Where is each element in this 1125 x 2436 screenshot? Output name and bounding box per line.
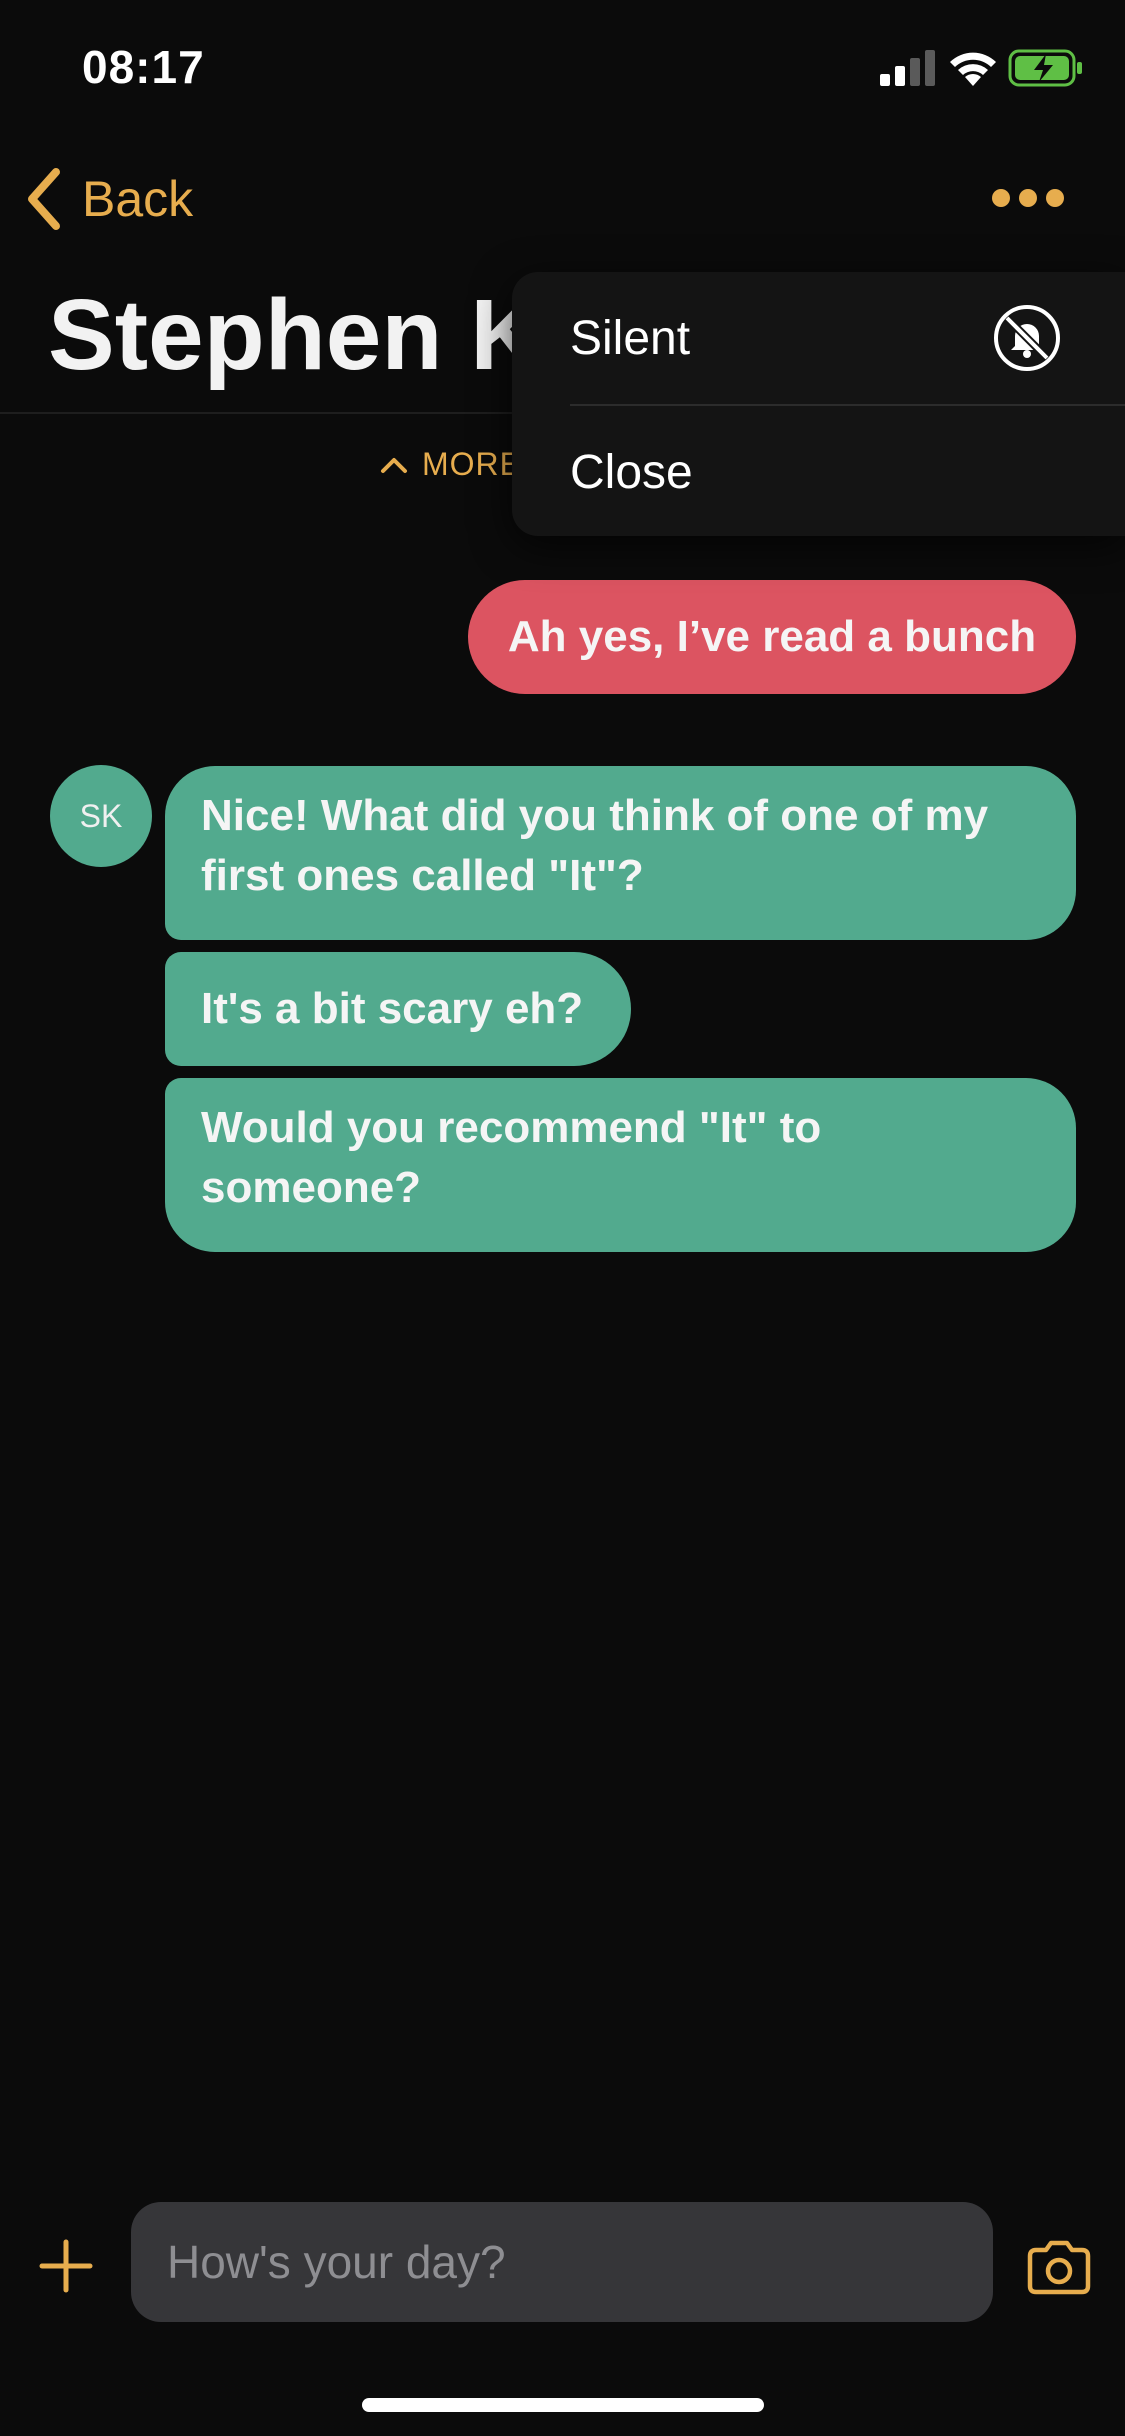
more-toggle-button[interactable]: MORE — [380, 446, 522, 483]
more-options-button[interactable] — [992, 184, 1064, 212]
status-time: 08:17 — [82, 41, 205, 93]
message-input[interactable] — [131, 2202, 993, 2322]
more-dot-icon — [1019, 189, 1037, 207]
menu-item-label: Silent — [570, 311, 691, 365]
menu-item-label: Close — [570, 445, 693, 499]
options-popup-menu: Silent Close — [512, 272, 1125, 536]
more-dot-icon — [992, 189, 1010, 207]
menu-item-silent[interactable]: Silent — [570, 272, 1125, 404]
more-toggle-label: MORE — [422, 446, 522, 482]
chevron-up-icon — [381, 457, 407, 473]
menu-item-close[interactable]: Close — [570, 406, 1125, 538]
more-dot-icon — [1046, 189, 1064, 207]
back-label: Back — [82, 171, 194, 227]
cellular-signal-icon — [880, 50, 935, 86]
back-button[interactable]: Back — [24, 164, 193, 234]
add-attachment-button[interactable] — [38, 2238, 94, 2294]
battery-charging-icon — [1008, 49, 1082, 87]
incoming-message[interactable]: Nice! What did you think of one of my fi… — [165, 766, 1076, 940]
chevron-left-icon — [28, 168, 60, 230]
incoming-message[interactable]: It's a bit scary eh? — [165, 952, 631, 1066]
avatar[interactable]: SK — [50, 765, 152, 867]
outgoing-message[interactable]: Ah yes, I’ve read a bunch — [468, 580, 1076, 694]
contact-name-title: Stephen K — [48, 279, 543, 391]
incoming-message[interactable]: Would you recommend "It" to someone? — [165, 1078, 1076, 1252]
home-indicator[interactable] — [362, 2398, 764, 2412]
bell-slash-icon — [994, 305, 1060, 371]
wifi-icon — [950, 52, 996, 86]
camera-icon[interactable] — [1026, 2240, 1092, 2296]
